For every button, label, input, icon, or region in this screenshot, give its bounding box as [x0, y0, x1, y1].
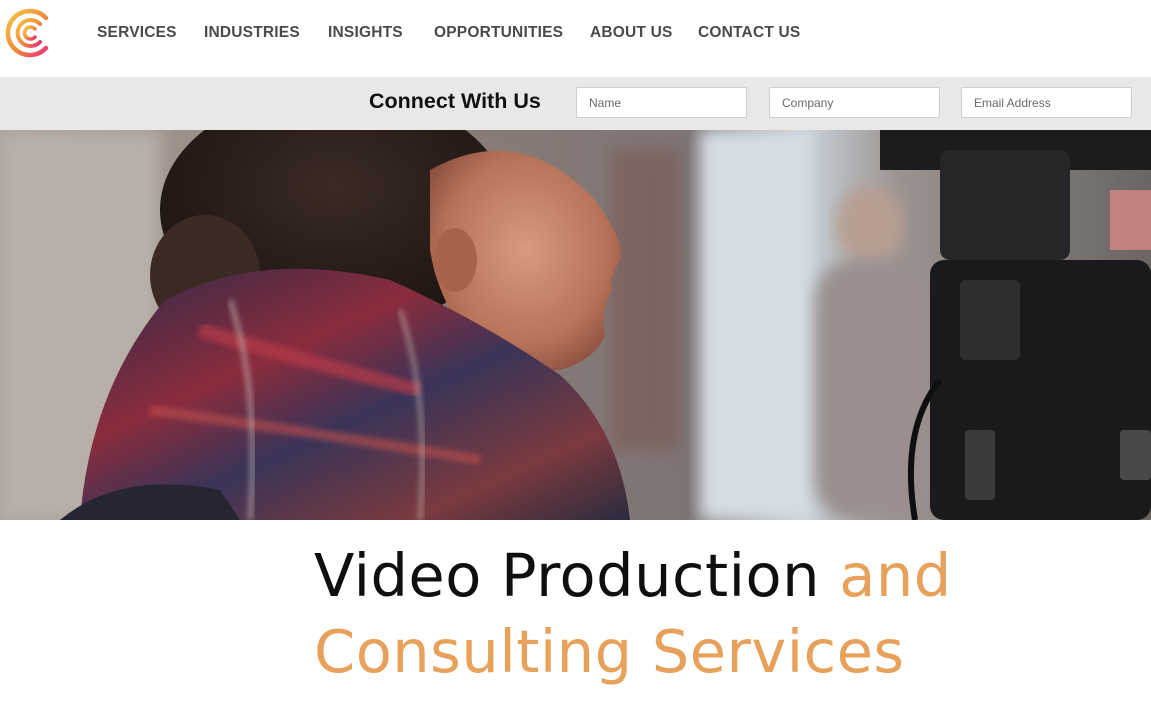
logo-c-icon [5, 8, 49, 58]
hero-photo [0, 130, 1151, 520]
site-header: SERVICES INDUSTRIES INSIGHTS OPPORTUNITI… [0, 0, 1151, 77]
company-logo[interactable] [2, 6, 56, 60]
nav-industries[interactable]: INDUSTRIES [204, 24, 300, 42]
headline-part-2: and [839, 541, 952, 610]
page-headline: Video Production and Consulting Services [314, 538, 1134, 690]
nav-services[interactable]: SERVICES [97, 24, 177, 42]
name-field[interactable] [576, 87, 747, 118]
headline-part-3: Consulting Services [314, 617, 905, 686]
connect-title: Connect With Us [369, 89, 541, 113]
connect-bar: Connect With Us [0, 77, 1151, 130]
hero-image [0, 130, 1151, 520]
company-field[interactable] [769, 87, 940, 118]
nav-contact-us[interactable]: CONTACT US [698, 24, 800, 42]
email-field[interactable] [961, 87, 1132, 118]
nav-opportunities[interactable]: OPPORTUNITIES [434, 24, 563, 42]
nav-insights[interactable]: INSIGHTS [328, 24, 403, 42]
headline-part-1: Video Production [314, 541, 840, 610]
nav-about-us[interactable]: ABOUT US [590, 24, 673, 42]
